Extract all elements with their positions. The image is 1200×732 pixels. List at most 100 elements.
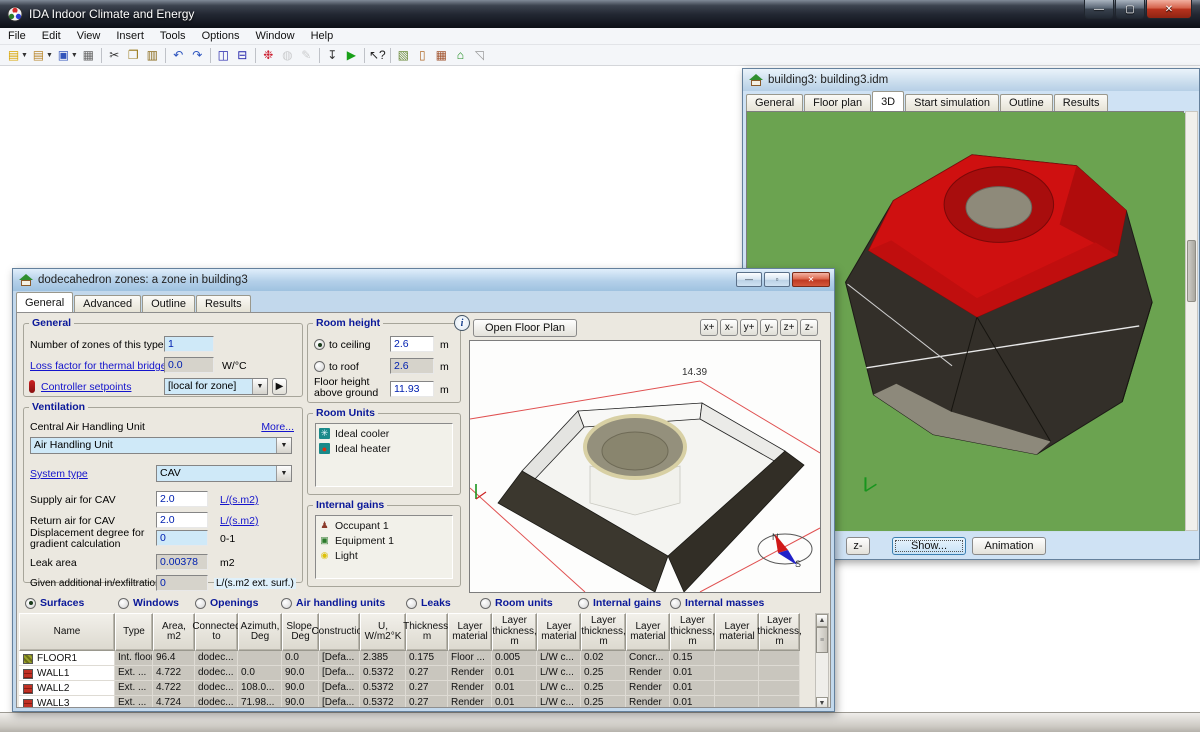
redo-icon[interactable]: ↷ xyxy=(188,46,207,64)
menu-options[interactable]: Options xyxy=(194,29,248,43)
menu-help[interactable]: Help xyxy=(303,29,342,43)
zone-tab-outline[interactable]: Outline xyxy=(142,295,195,312)
minimize-button[interactable]: — xyxy=(1084,0,1114,19)
zone-tab-general[interactable]: General xyxy=(16,292,73,312)
loss-factor-link[interactable]: Loss factor for thermal bridges xyxy=(30,360,172,372)
internal-gains-list[interactable]: ♟Occupant 1▣Equipment 1◉Light xyxy=(315,515,453,579)
column-header[interactable]: Connected to xyxy=(195,613,238,651)
column-header[interactable]: Construction xyxy=(319,613,360,651)
list-item[interactable]: ▣Equipment 1 xyxy=(319,533,449,548)
menu-file[interactable]: File xyxy=(0,29,34,43)
supply-air-input[interactable]: 2.0 xyxy=(156,491,208,507)
menu-window[interactable]: Window xyxy=(247,29,302,43)
building3-tab-results[interactable]: Results xyxy=(1054,94,1109,111)
return-air-unit-link[interactable]: L/(s.m2) xyxy=(220,515,259,527)
building3-tab-outline[interactable]: Outline xyxy=(1000,94,1053,111)
list-item[interactable]: ✳Ideal cooler xyxy=(319,426,449,441)
filter-radio[interactable] xyxy=(670,598,681,609)
filter-radio[interactable] xyxy=(118,598,129,609)
menu-tools[interactable]: Tools xyxy=(152,29,194,43)
to-roof-radio[interactable] xyxy=(314,361,325,372)
building3-tab-general[interactable]: General xyxy=(746,94,803,111)
more-link[interactable]: More... xyxy=(261,421,294,433)
filter-radio[interactable] xyxy=(25,598,36,609)
column-header[interactable]: Layer material xyxy=(448,613,492,651)
open-floor-plan-button[interactable]: Open Floor Plan xyxy=(473,319,577,337)
filter-radio[interactable] xyxy=(406,598,417,609)
axis-button-zminus[interactable]: z- xyxy=(800,319,818,336)
ceiling-height-input[interactable]: 2.6 xyxy=(390,336,434,352)
roof-height-input[interactable]: 2.6 xyxy=(390,358,434,374)
filter-surfaces[interactable]: Surfaces xyxy=(25,597,84,609)
column-header[interactable]: Layer thickness, m xyxy=(492,613,537,651)
report-icon[interactable]: ▧ xyxy=(394,46,413,64)
axis-button-yplus[interactable]: y+ xyxy=(740,319,758,336)
axis-button-zplus[interactable]: z+ xyxy=(780,319,798,336)
new-icon-dropdown-arrow[interactable]: ▼ xyxy=(21,52,28,59)
clipboard-icon[interactable]: ▯ xyxy=(413,46,432,64)
axis-button-xminus[interactable]: x- xyxy=(720,319,738,336)
run-simulation-icon[interactable]: ▶ xyxy=(342,46,361,64)
system-type-select[interactable]: CAV▼ xyxy=(156,465,292,482)
paste-icon[interactable]: ▥ xyxy=(143,46,162,64)
split-vertical-icon[interactable]: ◫ xyxy=(214,46,233,64)
zone-titlebar[interactable]: dodecahedron zones: a zone in building3 … xyxy=(13,269,834,291)
floor-height-input[interactable]: 11.93 xyxy=(390,381,434,397)
supply-air-unit-link[interactable]: L/(s.m2) xyxy=(220,494,259,506)
dropdown-arrow-icon[interactable]: ▼ xyxy=(276,438,291,453)
building3-tab-3d[interactable]: 3D xyxy=(872,91,904,111)
table-scrollbar-thumb[interactable]: ≡ xyxy=(816,627,828,653)
scroll-down-arrow[interactable]: ▼ xyxy=(816,697,828,708)
column-header[interactable]: Name xyxy=(19,613,115,651)
zone-tab-advanced[interactable]: Advanced xyxy=(74,295,141,312)
menu-insert[interactable]: Insert xyxy=(108,29,152,43)
ahu-select[interactable]: Air Handling Unit▼ xyxy=(30,437,292,454)
loss-factor-input[interactable]: 0.0 xyxy=(164,357,214,373)
column-header[interactable]: Layer thickness, m xyxy=(670,613,715,651)
dropdown-arrow-icon[interactable]: ▼ xyxy=(252,379,267,394)
setpoints-expand-button[interactable]: ▶ xyxy=(272,378,287,395)
list-item[interactable]: ◉Light xyxy=(319,548,449,563)
main-titlebar[interactable]: IDA Indoor Climate and Energy —▢✕ xyxy=(0,0,1200,28)
column-header[interactable]: U, W/m2°K xyxy=(360,613,406,651)
save-icon-dropdown-arrow[interactable]: ▼ xyxy=(71,52,78,59)
print-icon[interactable]: ▦ xyxy=(79,46,98,64)
context-help-icon[interactable]: ↖? xyxy=(368,46,387,64)
leak-area-input[interactable]: 0.00378 xyxy=(156,554,208,570)
filter-radio[interactable] xyxy=(195,598,206,609)
axis-button-xplus[interactable]: x+ xyxy=(700,319,718,336)
filter-leaks[interactable]: Leaks xyxy=(406,597,451,609)
table-row[interactable]: WALL2Ext. ...4.722dodec...108.0...90.0[D… xyxy=(19,681,815,696)
menu-edit[interactable]: Edit xyxy=(34,29,69,43)
system-type-link[interactable]: System type xyxy=(30,468,88,480)
zone-minimize-button[interactable]: — xyxy=(736,272,762,287)
split-horizontal-icon[interactable]: ⊟ xyxy=(233,46,252,64)
zone-tab-results[interactable]: Results xyxy=(196,295,251,312)
table-row[interactable]: FLOOR1Int. floor96.4dodec...0.0[Defa...2… xyxy=(19,651,815,666)
zone-3d-viewport[interactable]: 14.39 N S xyxy=(469,340,821,593)
to-ceiling-radio[interactable] xyxy=(314,339,325,350)
filter-radio[interactable] xyxy=(578,598,589,609)
copy-icon[interactable]: ❐ xyxy=(124,46,143,64)
column-header[interactable]: Type xyxy=(115,613,153,651)
column-header[interactable]: Area, m2 xyxy=(153,613,195,651)
open-icon-dropdown-arrow[interactable]: ▼ xyxy=(46,52,53,59)
undo-icon[interactable]: ↶ xyxy=(169,46,188,64)
zone-restore-button[interactable]: ▫ xyxy=(764,272,790,287)
zones-count-input[interactable]: 1 xyxy=(164,336,214,352)
info-button[interactable]: i xyxy=(454,315,470,331)
table-row[interactable]: WALL3Ext. ...4.724dodec...71.98...90.0[D… xyxy=(19,696,815,708)
animation-button[interactable]: Animation xyxy=(972,537,1046,555)
filter-radio[interactable] xyxy=(281,598,292,609)
zone-close-button[interactable]: ✕ xyxy=(792,272,830,287)
displacement-input[interactable]: 0 xyxy=(156,530,208,546)
dropdown-arrow-icon[interactable]: ▼ xyxy=(276,466,291,481)
column-header[interactable]: Layer thickness, m xyxy=(759,613,800,651)
filter-room-units[interactable]: Room units xyxy=(480,597,553,609)
building3-scrollbar-thumb[interactable] xyxy=(1187,240,1196,302)
filter-windows[interactable]: Windows xyxy=(118,597,179,609)
column-header[interactable]: Layer thickness, m xyxy=(581,613,626,651)
filter-internal-gains[interactable]: Internal gains xyxy=(578,597,661,609)
building3-tab-floor-plan[interactable]: Floor plan xyxy=(804,94,871,111)
list-item[interactable]: ♟Occupant 1 xyxy=(319,518,449,533)
